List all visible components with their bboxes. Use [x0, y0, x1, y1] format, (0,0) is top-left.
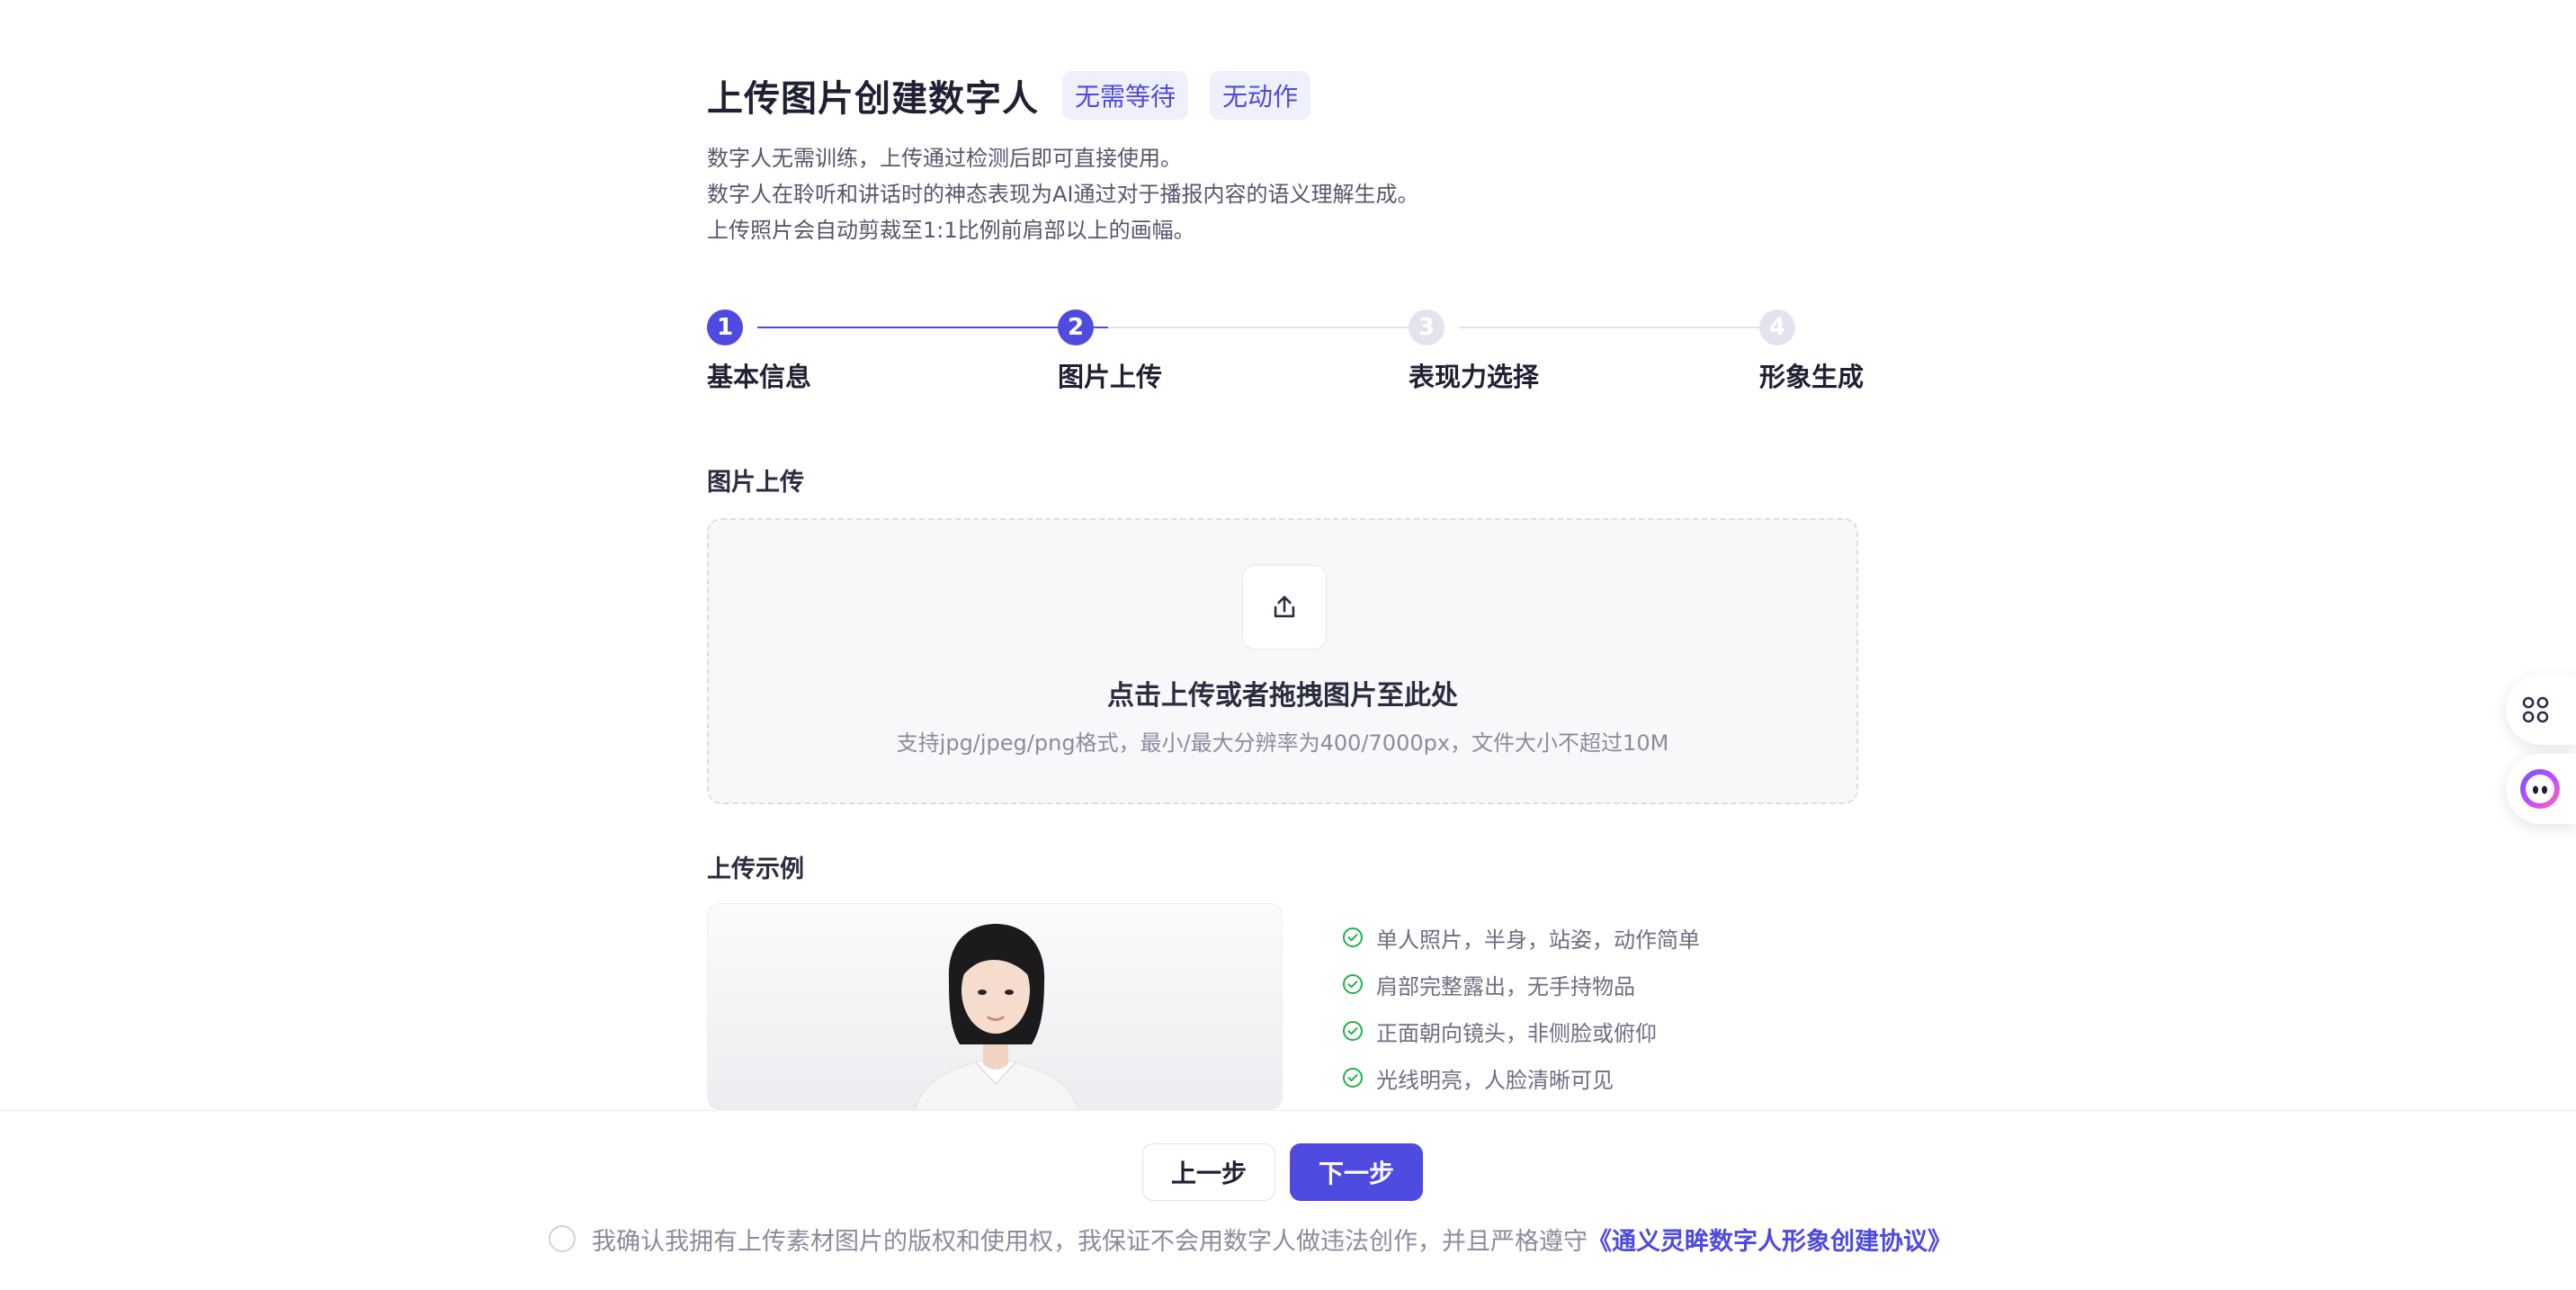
description: 数字人无需训练，上传通过检测后即可直接使用。 数字人在聆听和讲话时的神态表现为A… [707, 140, 1419, 248]
next-step-button[interactable]: 下一步 [1290, 1143, 1423, 1201]
step-connector-2 [1108, 327, 1409, 328]
description-line: 数字人无需训练，上传通过检测后即可直接使用。 [707, 146, 1182, 171]
step-connector-3 [1459, 327, 1759, 328]
agreement-link[interactable]: 《通义灵眸数字人形象创建协议》 [1588, 1222, 1952, 1257]
step-label: 基本信息 [707, 362, 812, 392]
check-circle-icon [1343, 1068, 1363, 1088]
step-number: 4 [1759, 309, 1795, 345]
step-basic-info[interactable]: 1 基本信息 [707, 309, 811, 392]
agreement-text: 我确认我拥有上传素材图片的版权和使用权，我保证不会用数字人做违法创作，并且严格遵… [592, 1227, 1588, 1256]
requirement-text: 光线明亮，人脸清晰可见 [1376, 1067, 1614, 1093]
upload-dropzone[interactable]: 点击上传或者拖拽图片至此处 支持jpg/jpeg/png格式，最小/最大分辨率为… [707, 518, 1858, 804]
step-label: 形象生成 [1759, 362, 1865, 392]
upload-section-title: 图片上传 [707, 469, 804, 497]
requirement-text: 肩部完整露出，无手持物品 [1376, 973, 1635, 999]
check-circle-icon [1343, 974, 1363, 994]
example-section-title: 上传示例 [707, 856, 804, 883]
list-item: 肩部完整露出，无手持物品 [1342, 961, 1700, 1008]
check-circle-icon [1343, 1021, 1363, 1041]
step-number: 1 [707, 309, 743, 345]
example-portrait-illustration [915, 924, 1078, 1109]
prev-step-button[interactable]: 上一步 [1142, 1143, 1275, 1201]
requirement-list: 单人照片，半身，站姿，动作简单 肩部完整露出，无手持物品 正面朝向镜头，非侧脸或… [1342, 914, 1700, 1101]
description-line: 数字人在聆听和讲话时的神态表现为AI通过对于播报内容的语义理解生成。 [707, 182, 1419, 207]
example-image [707, 903, 1283, 1110]
agreement-row: 我确认我拥有上传素材图片的版权和使用权，我保证不会用数字人做违法创作，并且严格遵… [549, 1221, 1952, 1257]
step-label: 表现力选择 [1409, 362, 1540, 392]
upload-main-text: 点击上传或者拖拽图片至此处 [1107, 680, 1458, 712]
requirement-text: 正面朝向镜头，非侧脸或俯仰 [1376, 1020, 1657, 1046]
check-circle-icon [1343, 927, 1363, 947]
bottom-action-bar: 上一步 下一步 我确认我拥有上传素材图片的版权和使用权，我保证不会用数字人做违法… [0, 1110, 2576, 1290]
step-avatar-generate[interactable]: 4 形象生成 [1759, 309, 1864, 392]
main-content: 上传图片创建数字人 无需等待 无动作 数字人无需训练，上传通过检测后即可直接使用… [707, 0, 1864, 1110]
list-item: 单人照片，半身，站姿，动作简单 [1342, 914, 1700, 961]
requirement-text: 单人照片，半身，站姿，动作简单 [1376, 927, 1700, 953]
apps-icon [2522, 696, 2549, 723]
list-item: 正面朝向镜头，非侧脸或俯仰 [1342, 1008, 1700, 1054]
step-expression-select[interactable]: 3 表现力选择 [1409, 309, 1539, 392]
upload-icon [1242, 565, 1327, 649]
description-line: 上传照片会自动剪裁至1:1比例前肩部以上的画幅。 [707, 218, 1195, 243]
step-number: 3 [1409, 309, 1445, 345]
upload-hint-text: 支持jpg/jpeg/png格式，最小/最大分辨率为400/7000px，文件大… [896, 730, 1669, 756]
assistant-icon [2520, 769, 2560, 809]
list-item: 光线明亮，人脸清晰可见 [1342, 1054, 1700, 1101]
title-row: 上传图片创建数字人 无需等待 无动作 [707, 70, 1311, 121]
agreement-checkbox[interactable] [549, 1225, 576, 1252]
apps-float-button[interactable] [2506, 675, 2576, 745]
assistant-float-button[interactable] [2506, 754, 2576, 824]
page-title: 上传图片创建数字人 [707, 78, 1039, 120]
tag-no-action: 无动作 [1210, 71, 1311, 120]
tag-no-wait: 无需等待 [1062, 71, 1189, 120]
stepper: 1 基本信息 2 图片上传 3 表现力选择 4 形象生成 [707, 309, 1864, 399]
step-number: 2 [1058, 309, 1094, 345]
step-image-upload[interactable]: 2 图片上传 [1058, 309, 1162, 392]
step-label: 图片上传 [1058, 362, 1163, 392]
